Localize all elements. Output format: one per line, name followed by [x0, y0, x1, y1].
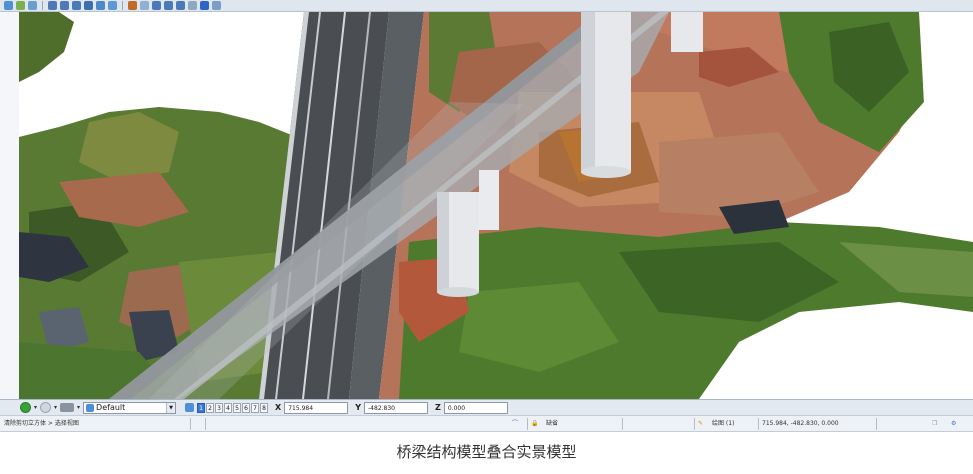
- main-toolbar: [0, 0, 973, 12]
- z-label: Z: [435, 403, 441, 412]
- figure-caption: 桥梁结构模型叠合实景模型: [396, 443, 577, 461]
- active-model[interactable]: 绘图 (1): [712, 416, 734, 432]
- zoom-window-icon[interactable]: [72, 1, 81, 10]
- zoom-out-icon[interactable]: [60, 1, 69, 10]
- window-icon[interactable]: ❐: [932, 416, 937, 432]
- view-attributes-icon[interactable]: [200, 1, 209, 10]
- saved-views-icon[interactable]: [60, 403, 75, 412]
- display-style-value: Default: [96, 403, 126, 412]
- 3d-viewport[interactable]: [19, 12, 973, 399]
- y-coordinate-field[interactable]: -482.830: [364, 401, 429, 414]
- view-button-4[interactable]: 4: [224, 402, 233, 413]
- gear-icon[interactable]: ⚙: [951, 416, 956, 432]
- nav-forward-icon[interactable]: [40, 402, 52, 413]
- status-divider: [694, 418, 695, 430]
- chevron-down-icon: ▼: [166, 402, 176, 413]
- levels-icon[interactable]: [188, 1, 197, 10]
- cursor-coordinates: 715.984, -482.830, 0.000: [762, 420, 839, 427]
- view-button-1[interactable]: 1: [197, 402, 206, 413]
- snap-icon[interactable]: ⌒: [512, 416, 518, 432]
- reality-mesh-scene: [19, 12, 973, 399]
- toolbar-separator: [42, 1, 43, 10]
- view-button-3[interactable]: 3: [215, 402, 224, 413]
- view-previous-icon[interactable]: [96, 1, 105, 10]
- toolbar-separator: [122, 1, 123, 10]
- chevron-down-icon[interactable]: ▾: [77, 404, 80, 411]
- x-label: X: [275, 403, 282, 412]
- x-coordinate-field[interactable]: 715.984: [284, 401, 349, 414]
- view-groups-icon[interactable]: [185, 403, 195, 412]
- y-label: Y: [355, 403, 362, 412]
- left-panel-edge: [0, 12, 20, 399]
- view-button-7[interactable]: 7: [251, 402, 260, 413]
- view-button-2[interactable]: 2: [206, 402, 215, 413]
- fit-view-icon[interactable]: [84, 1, 93, 10]
- display-style-icon[interactable]: [152, 1, 161, 10]
- view-toolbar: ▾ ▾ ▾ Default ▼ 1 2 3 4 5 6 7 8 X 715.98…: [0, 399, 973, 416]
- toggle-icon[interactable]: [212, 1, 221, 10]
- status-bar: 清除剪切立方体 > 选择视图 ⌒ 🔒 缺省 ✎ 绘图 (1) 715.984, …: [0, 416, 973, 432]
- chevron-down-icon[interactable]: ▾: [54, 404, 57, 411]
- view-button-8[interactable]: 8: [260, 402, 269, 413]
- view-icon[interactable]: [4, 1, 13, 10]
- active-level[interactable]: 缺省: [546, 416, 558, 432]
- status-divider: [527, 418, 528, 430]
- command-prompt: 清除剪切立方体 > 选择视图: [4, 420, 79, 427]
- status-divider: [205, 418, 206, 430]
- camera-icon[interactable]: [140, 1, 149, 10]
- view-button-5[interactable]: 5: [233, 402, 242, 413]
- status-divider: [190, 418, 191, 430]
- status-divider: [876, 418, 877, 430]
- walk-icon[interactable]: [128, 1, 137, 10]
- lock-icon[interactable]: 🔒: [531, 416, 538, 432]
- view-next-icon[interactable]: [108, 1, 117, 10]
- model-icon: ✎: [698, 420, 704, 427]
- display-style-icon: [86, 403, 95, 412]
- nav-back-icon[interactable]: [20, 402, 31, 413]
- chevron-down-icon[interactable]: ▾: [34, 404, 37, 411]
- rotate-icon[interactable]: [16, 1, 25, 10]
- z-coordinate-field[interactable]: 0.000: [443, 401, 508, 414]
- zoom-in-icon[interactable]: [48, 1, 57, 10]
- display-style-dropdown[interactable]: Default ▼: [83, 401, 177, 414]
- view-buttons: 1 2 3 4 5 6 7 8: [197, 402, 269, 413]
- view-button-6[interactable]: 6: [242, 402, 251, 413]
- render-icon[interactable]: [176, 1, 185, 10]
- clip-volume-icon[interactable]: [164, 1, 173, 10]
- status-divider: [758, 418, 759, 430]
- status-divider: [622, 418, 623, 430]
- pan-icon[interactable]: [28, 1, 37, 10]
